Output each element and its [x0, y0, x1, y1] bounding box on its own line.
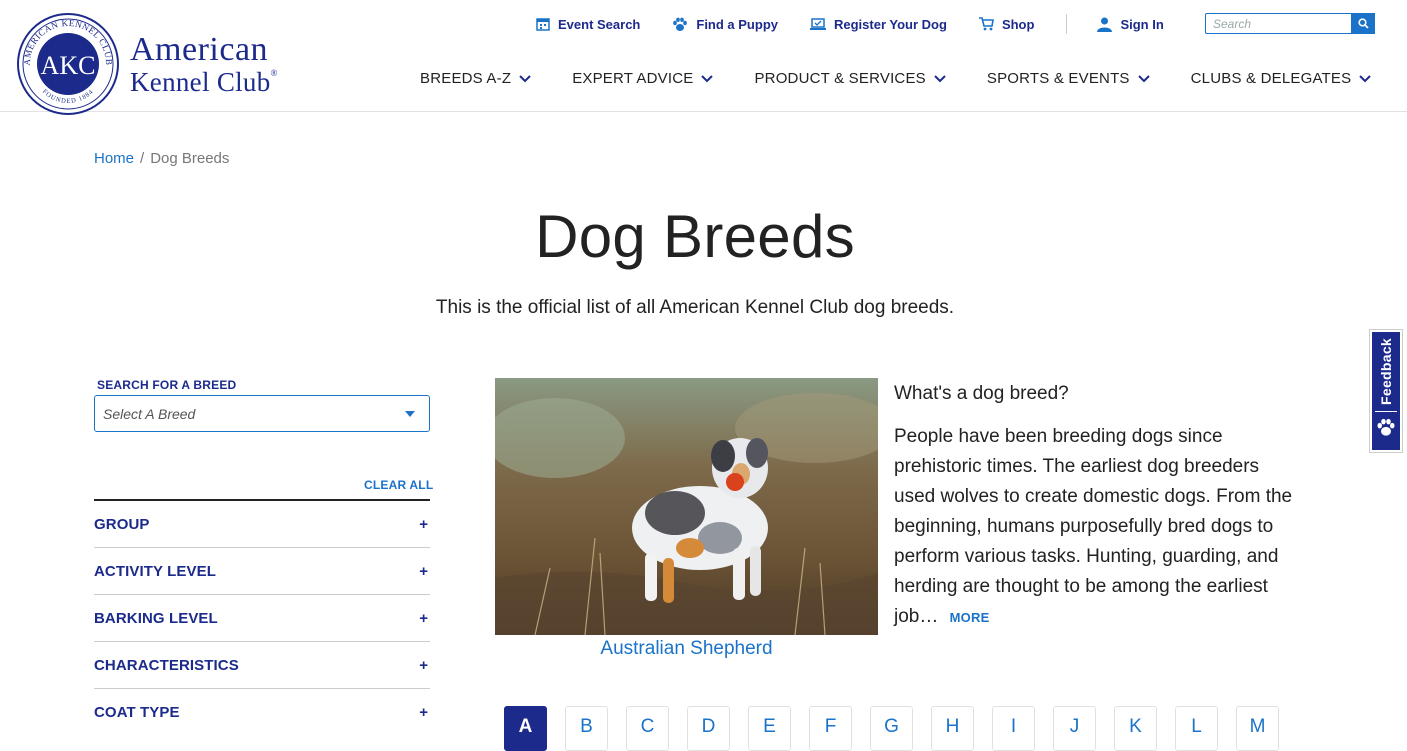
register-your-dog-label: Register Your Dog: [834, 16, 947, 32]
nav-label: EXPERT ADVICE: [572, 70, 694, 87]
user-icon: [1097, 17, 1113, 32]
chevron-down-icon: [701, 74, 714, 82]
akc-wordmark: American Kennel Club®: [130, 30, 278, 97]
chevron-down-icon: [519, 74, 531, 82]
filter-group[interactable]: GROUP +: [94, 501, 430, 548]
plus-icon: +: [419, 656, 428, 674]
caret-down-icon: [405, 410, 415, 417]
letter-g[interactable]: G: [870, 706, 913, 751]
event-search-link[interactable]: Event Search: [536, 17, 640, 32]
filter-label: ACTIVITY LEVEL: [94, 562, 216, 580]
feedback-divider: [1375, 411, 1397, 412]
letter-a[interactable]: A: [504, 706, 547, 751]
nav-sports-events[interactable]: SPORTS & EVENTS: [987, 70, 1150, 87]
feedback-label: Feedback: [1378, 338, 1394, 405]
breadcrumb-current: Dog Breeds: [150, 150, 230, 167]
breadcrumb-home-link[interactable]: Home: [94, 150, 134, 167]
page-title: Dog Breeds: [535, 203, 855, 270]
find-a-puppy-link[interactable]: Find a Puppy: [672, 17, 778, 32]
site-search: [1205, 13, 1375, 34]
nav-label: BREEDS A-Z: [420, 70, 512, 87]
sign-in-link[interactable]: Sign In: [1097, 16, 1164, 32]
cart-icon: [978, 17, 994, 31]
alphabet-filter: A B C D E F G H I J K L M: [504, 706, 1279, 751]
breadcrumb: Home / Dog Breeds: [94, 150, 229, 167]
nav-expert-advice[interactable]: EXPERT ADVICE: [572, 70, 714, 87]
breadcrumb-separator: /: [140, 150, 145, 167]
breed-info-text: People have been breeding dogs since pre…: [894, 426, 1293, 627]
laptop-icon: [810, 17, 826, 30]
dog-photo: [495, 378, 878, 635]
letter-j[interactable]: J: [1053, 706, 1096, 751]
letter-l[interactable]: L: [1175, 706, 1218, 751]
utility-divider: [1066, 14, 1068, 34]
utility-nav: Event Search Find a Puppy Register Your …: [536, 12, 1164, 36]
register-your-dog-link[interactable]: Register Your Dog: [810, 17, 947, 32]
breed-info-title: What's a dog breed?: [894, 383, 1069, 404]
plus-icon: +: [419, 562, 428, 580]
search-breed-label: SEARCH FOR A BREED: [97, 378, 237, 392]
registered-mark: ®: [270, 67, 278, 78]
chevron-down-icon: [1359, 74, 1372, 82]
filter-coat-type[interactable]: COAT TYPE +: [94, 689, 430, 736]
letter-b[interactable]: B: [565, 706, 608, 751]
filter-label: COAT TYPE: [94, 704, 180, 721]
filter-label: BARKING LEVEL: [94, 609, 218, 627]
filter-characteristics[interactable]: CHARACTERISTICS +: [94, 642, 430, 689]
plus-icon: +: [419, 609, 428, 627]
featured-breed-image[interactable]: [495, 378, 878, 635]
letter-f[interactable]: F: [809, 706, 852, 751]
breed-select-value: Select A Breed: [103, 405, 196, 422]
nav-label: CLUBS & DELEGATES: [1190, 70, 1352, 87]
filter-barking-level[interactable]: BARKING LEVEL +: [94, 595, 430, 642]
letter-c[interactable]: C: [626, 706, 669, 751]
filter-label: CHARACTERISTICS: [94, 656, 239, 674]
nav-product-services[interactable]: PRODUCT & SERVICES: [754, 70, 946, 87]
paw-icon: [673, 17, 688, 31]
clear-all-button[interactable]: CLEAR ALL: [364, 478, 433, 492]
chevron-down-icon: [1137, 74, 1150, 82]
search-input[interactable]: [1205, 13, 1351, 34]
page-subtitle: This is the official list of all America…: [435, 297, 955, 318]
nav-breeds-a-z[interactable]: BREEDS A-Z: [420, 70, 531, 87]
main-nav: BREEDS A-Z EXPERT ADVICE PRODUCT & SERVI…: [420, 70, 1372, 87]
breed-info-body: People have been breeding dogs since pre…: [894, 422, 1298, 633]
akc-seal-icon: AMERICAN KENNEL CLUB FOUNDED 1884 AKC: [17, 13, 119, 115]
find-a-puppy-label: Find a Puppy: [696, 16, 778, 32]
seal-monogram: AKC: [41, 51, 96, 80]
sign-in-label: Sign In: [1120, 16, 1164, 32]
letter-k[interactable]: K: [1114, 706, 1157, 751]
filter-label: GROUP: [94, 515, 150, 533]
calendar-icon: [536, 18, 550, 31]
featured-breed-link[interactable]: Australian Shepherd: [495, 638, 878, 660]
nav-label: SPORTS & EVENTS: [986, 70, 1130, 87]
plus-icon: +: [419, 515, 428, 533]
letter-h[interactable]: H: [931, 706, 974, 751]
event-search-label: Event Search: [558, 16, 641, 32]
letter-m[interactable]: M: [1236, 706, 1279, 751]
letter-d[interactable]: D: [687, 706, 730, 751]
breed-select[interactable]: Select A Breed: [94, 395, 430, 432]
nav-label: PRODUCT & SERVICES: [754, 70, 926, 87]
letter-e[interactable]: E: [748, 706, 791, 751]
chevron-down-icon: [934, 74, 946, 82]
site-header: AMERICAN KENNEL CLUB FOUNDED 1884 AKC Am…: [0, 0, 1407, 115]
search-icon: [1357, 18, 1369, 29]
plus-icon: +: [419, 704, 428, 721]
letter-i[interactable]: I: [992, 706, 1035, 751]
search-button[interactable]: [1351, 13, 1375, 34]
shop-label: Shop: [1001, 16, 1035, 32]
nav-clubs-delegates[interactable]: CLUBS & DELEGATES: [1191, 70, 1372, 87]
wordmark-line-2: Kennel Club: [130, 66, 271, 97]
akc-logo[interactable]: AMERICAN KENNEL CLUB FOUNDED 1884 AKC Am…: [16, 12, 278, 116]
shop-link[interactable]: Shop: [978, 16, 1035, 32]
wordmark-line-1: American: [130, 30, 269, 68]
filter-accordion: GROUP + ACTIVITY LEVEL + BARKING LEVEL +…: [94, 499, 430, 736]
paw-icon: [1377, 418, 1395, 436]
more-link[interactable]: MORE: [950, 610, 990, 625]
filter-activity-level[interactable]: ACTIVITY LEVEL +: [94, 548, 430, 595]
feedback-tab[interactable]: Feedback: [1370, 330, 1402, 452]
